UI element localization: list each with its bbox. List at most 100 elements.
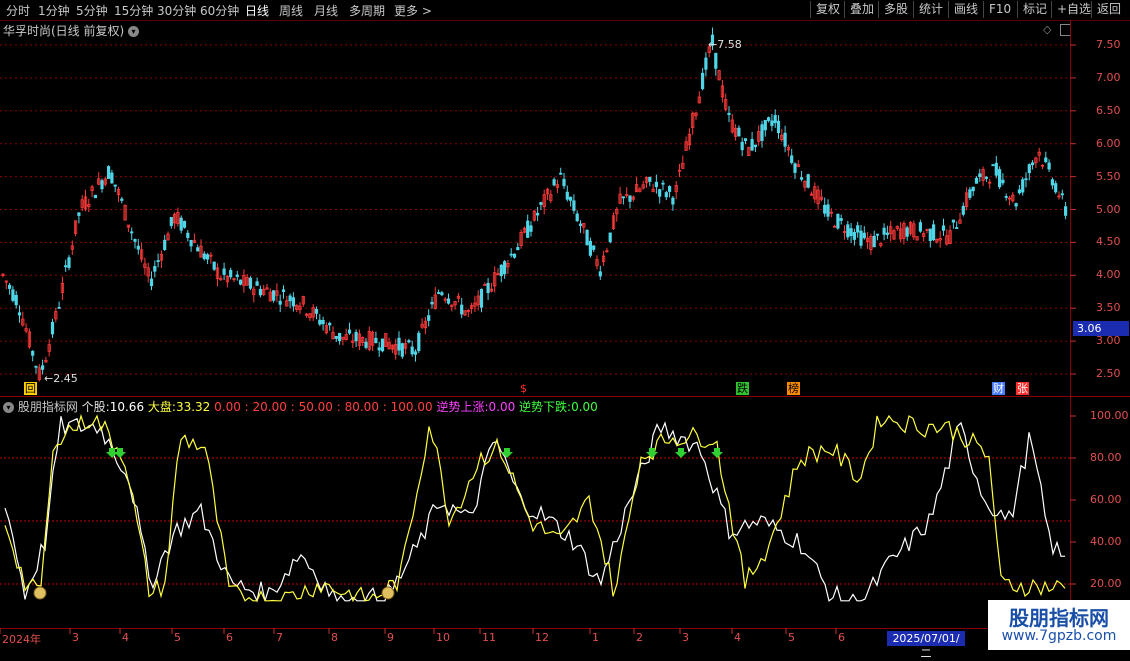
time-axis-label: 3 [72, 631, 79, 644]
candle-body [11, 289, 15, 301]
time-axis-label: 4 [734, 631, 741, 644]
candle-body [417, 332, 421, 352]
candle-body [767, 117, 771, 121]
candle-body [951, 219, 956, 223]
market-value: 33.32 [175, 400, 211, 414]
candle-body [991, 164, 995, 167]
candle-body [479, 288, 484, 308]
candle-body [460, 304, 464, 315]
candle-body [562, 178, 566, 187]
candle-body [661, 182, 665, 185]
time-axis-label: 9 [387, 631, 394, 644]
price-tick-label: 7.50 [1096, 38, 1121, 51]
time-axis-label: 6 [838, 631, 845, 644]
candle-body [536, 212, 540, 216]
down-label: 逆势下跌: [519, 400, 572, 414]
candle-body [859, 230, 863, 246]
badge-fall[interactable]: 跌 [736, 382, 749, 395]
candle-body [932, 224, 936, 241]
candle-body [793, 163, 797, 173]
candle-body [179, 217, 183, 231]
candle-body [961, 205, 965, 215]
level-0: 0.00 [214, 400, 241, 414]
candle-body [314, 308, 319, 314]
candle-body [1054, 183, 1058, 193]
candle-body [753, 144, 758, 148]
candle-body [1044, 157, 1048, 163]
candle-body [50, 321, 55, 335]
candle-body [156, 260, 160, 262]
candle-body [380, 338, 385, 352]
candle-body [668, 186, 672, 192]
candle-body [598, 271, 602, 277]
badge-finance[interactable]: 财 [992, 382, 1005, 395]
candle-body [334, 335, 338, 339]
candle-body [57, 306, 61, 309]
time-axis-label: 10 [436, 631, 450, 644]
candle-body [318, 319, 322, 325]
candle-body [212, 261, 216, 270]
candle-body [64, 265, 68, 268]
watermark-title: 股朋指标网 [1009, 606, 1109, 630]
candle-body [585, 229, 589, 246]
time-axis-label: 2024年 [2, 633, 41, 646]
candle-body [806, 174, 810, 188]
badge-review[interactable]: 回 [24, 382, 37, 395]
price-tick-label: 3.50 [1096, 301, 1121, 315]
signal-arrow-icon [114, 448, 126, 458]
candle-body [800, 177, 804, 180]
candle-body [34, 365, 38, 368]
candle-body [839, 218, 843, 221]
candle-body [238, 279, 243, 285]
candle-body [588, 240, 593, 256]
candle-body [621, 196, 626, 199]
candle-body [163, 239, 167, 250]
candle-body [499, 264, 503, 277]
candle-body [149, 278, 154, 287]
time-axis-label: 12 [535, 631, 549, 644]
candle-body [885, 232, 890, 235]
candle-body [1004, 196, 1008, 198]
candle-body [968, 189, 972, 198]
candle-body [882, 227, 886, 235]
candle-body [529, 225, 533, 232]
candle-body [1021, 179, 1025, 193]
badge-money[interactable]: $ [519, 382, 528, 395]
candle-body [862, 232, 866, 239]
candle-body [205, 254, 210, 260]
candle-body [783, 132, 787, 147]
candle-body [410, 346, 414, 355]
time-axis-label: 8 [331, 631, 338, 644]
up-label: 逆势上涨: [436, 400, 489, 414]
candle-body [7, 284, 12, 289]
candle-body [130, 231, 134, 234]
candle-body [1050, 179, 1054, 186]
indicator-name: 股朋指标网 [17, 400, 78, 414]
candle-body [248, 277, 253, 289]
high-price-value: 7.58 [717, 38, 742, 51]
candle-body [502, 261, 507, 275]
candle-body [984, 176, 989, 179]
candle-body [836, 213, 840, 229]
badge-rank[interactable]: 榜 [787, 382, 800, 395]
market-line [4, 413, 1066, 603]
candle-body [1027, 164, 1031, 174]
candle-body [186, 232, 190, 238]
signal-arrow-icon [501, 448, 513, 458]
badge-rise[interactable]: 张 [1016, 382, 1029, 395]
candle-body [592, 245, 596, 250]
candle-body [559, 172, 563, 175]
chevron-down-icon[interactable]: ▾ [3, 402, 14, 413]
candle-body [1014, 203, 1018, 207]
kline-chart[interactable] [0, 0, 1130, 650]
candle-body [291, 297, 296, 307]
candle-body [998, 169, 1002, 188]
candle-body [120, 198, 124, 201]
candle-body [1001, 179, 1005, 184]
candle-body [608, 232, 612, 243]
candle-body [978, 173, 982, 177]
candle-body [31, 350, 35, 356]
candle-body [727, 112, 731, 116]
money-bag-icon [381, 586, 395, 600]
current-price-tag: 3.06 [1073, 321, 1129, 336]
